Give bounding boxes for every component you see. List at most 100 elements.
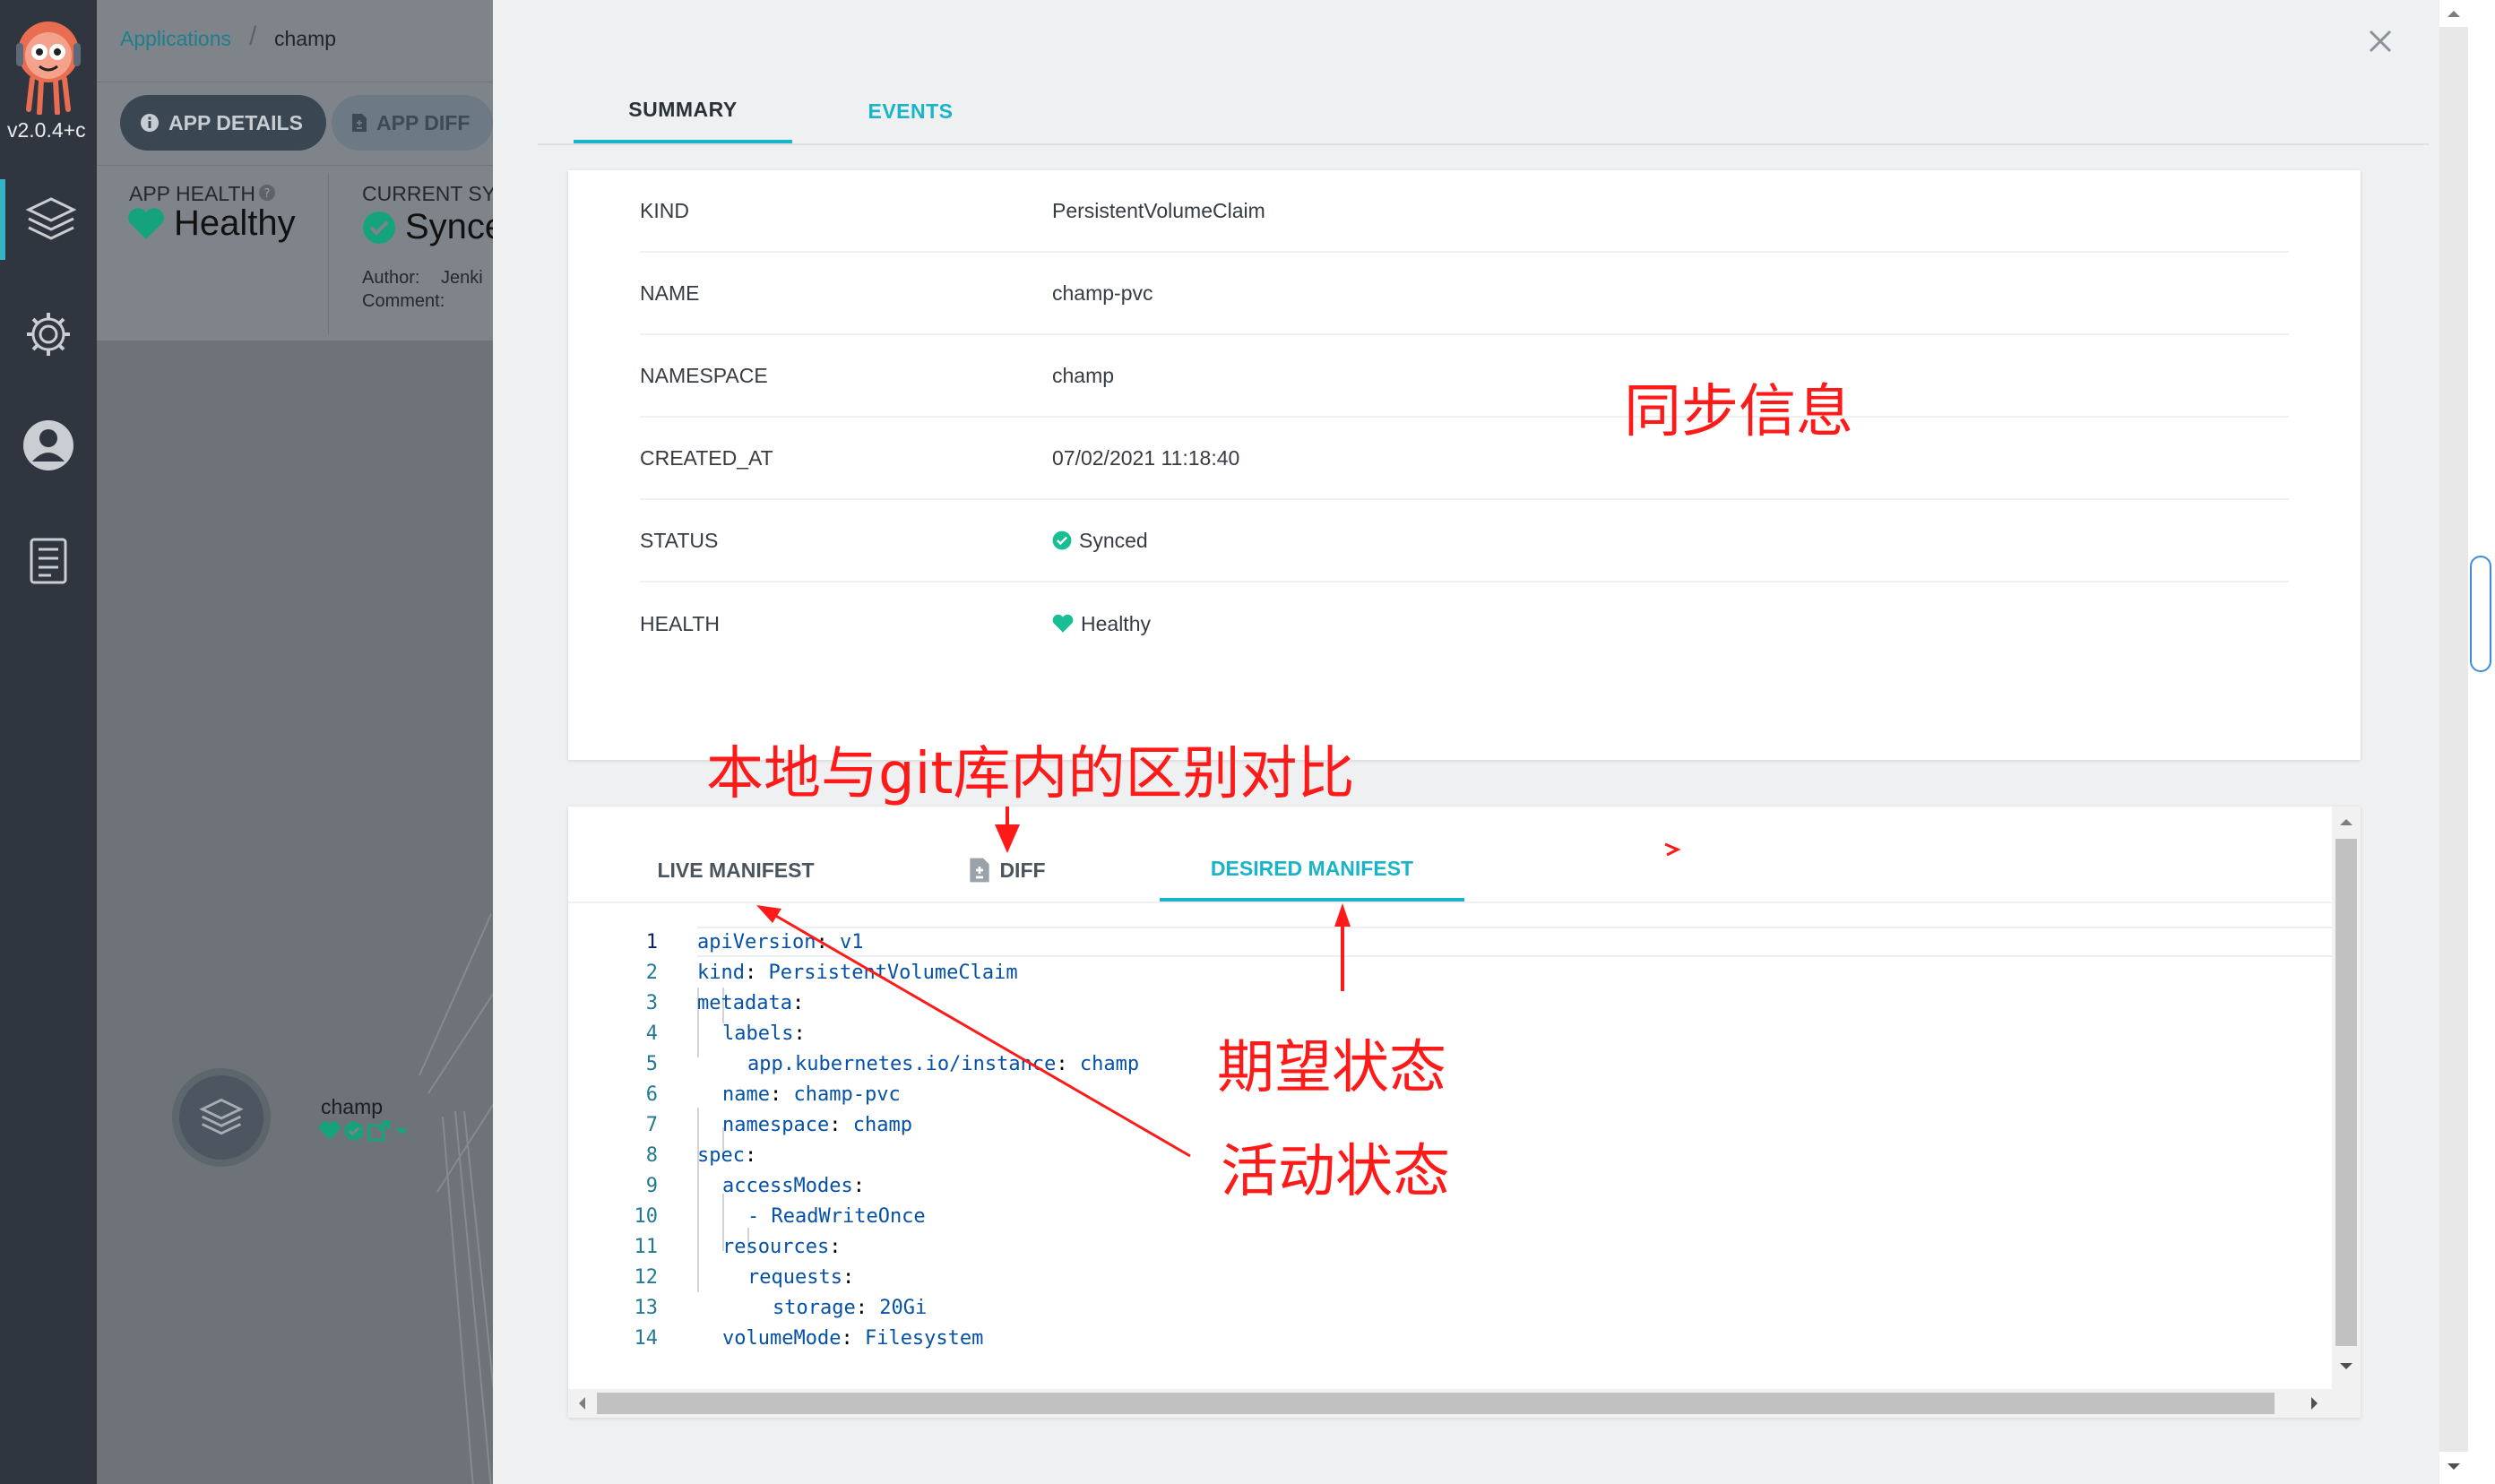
editor-horizontal-scrollbar[interactable] xyxy=(568,1389,2361,1418)
code-text: name: champ-pvc xyxy=(722,1083,901,1106)
left-nav: v2.0.4+c xyxy=(0,0,97,1484)
manifest-tabs: LIVE MANIFEST DIFF DESIRED MANIFEST xyxy=(568,807,2332,903)
scroll-up-icon[interactable] xyxy=(2447,9,2461,18)
panel-tabs: SUMMARY EVENTS xyxy=(538,79,2429,145)
external-link-icon[interactable] xyxy=(367,1120,391,1142)
scroll-up-icon[interactable] xyxy=(2339,817,2353,826)
summary-row-health: HEALTH Healthy xyxy=(640,582,2289,665)
line-number: 6 xyxy=(645,1083,658,1106)
check-circle-icon xyxy=(344,1121,364,1141)
tab-desired-manifest[interactable]: DESIRED MANIFEST xyxy=(1160,839,1464,902)
check-circle-icon xyxy=(1052,531,1072,550)
app-health-label: APP HEALTH xyxy=(129,182,256,205)
code-text: apiVersion: v1 xyxy=(697,930,864,953)
app-details-label: APP DETAILS xyxy=(168,110,303,134)
annotation-local-vs-git: 本地与git库内的区别对比 xyxy=(706,741,1355,807)
scrollbar-handle[interactable] xyxy=(2470,556,2491,672)
caret-down-icon[interactable] xyxy=(394,1126,409,1136)
summary-value: champ-pvc xyxy=(1052,280,1153,305)
summary-row-created-at: CREATED_AT 07/02/2021 11:18:40 xyxy=(640,418,2289,500)
graph-node-app[interactable]: champ xyxy=(172,1068,493,1167)
annotation-live-state: 活动状态 xyxy=(1221,1139,1450,1205)
layers-icon xyxy=(25,197,77,240)
heart-icon xyxy=(128,207,164,239)
code-text: - ReadWriteOnce xyxy=(747,1204,926,1228)
yaml-editor[interactable]: 1 apiVersion: v1 2 kind: PersistentVolumeC… xyxy=(568,905,2332,1394)
line-number: 4 xyxy=(645,1022,658,1045)
code-line: 9 accessModes: xyxy=(568,1170,2332,1201)
scroll-left-icon[interactable] xyxy=(577,1396,586,1411)
graph-node-status xyxy=(319,1120,409,1142)
code-text: namespace: champ xyxy=(722,1113,912,1136)
tab-diff-label: DIFF xyxy=(999,858,1046,882)
code-text: requests: xyxy=(747,1265,855,1289)
version-label: v2.0.4+c xyxy=(7,118,86,142)
tab-live-manifest[interactable]: LIVE MANIFEST xyxy=(624,839,848,902)
code-text: accessModes: xyxy=(722,1174,865,1197)
line-number: 3 xyxy=(645,991,658,1014)
graph-node-name: champ xyxy=(321,1095,384,1118)
file-diff-icon xyxy=(970,858,990,883)
graph-node-circle xyxy=(172,1068,271,1167)
code-line: 14 volumeMode: Filesystem xyxy=(568,1323,2332,1353)
svg-text:?: ? xyxy=(264,187,271,201)
nav-docs[interactable] xyxy=(0,522,97,602)
editor-vertical-scrollbar[interactable] xyxy=(2332,807,2361,1398)
author-label: Author: xyxy=(362,268,420,288)
code-text: metadata: xyxy=(697,991,805,1014)
docs-icon xyxy=(30,538,67,584)
summary-row-kind: KIND PersistentVolumeClaim xyxy=(640,170,2289,253)
author-value: Jenki xyxy=(441,268,483,288)
scrollbar-thumb[interactable] xyxy=(2335,839,2357,1346)
close-icon xyxy=(2369,30,2392,53)
line-number: 2 xyxy=(645,961,658,984)
app-diff-button[interactable]: APP DIFF xyxy=(332,95,493,151)
close-button[interactable] xyxy=(2362,23,2398,59)
app-health-value: Healthy xyxy=(127,203,296,244)
file-diff-icon xyxy=(352,114,367,132)
summary-card: KIND PersistentVolumeClaim NAME champ-pv… xyxy=(568,170,2361,760)
line-number: 1 xyxy=(645,930,658,953)
status-text: Synced xyxy=(1079,528,1148,552)
nav-applications[interactable] xyxy=(0,179,97,260)
scroll-down-icon[interactable] xyxy=(2447,1462,2461,1471)
line-number: 14 xyxy=(634,1326,659,1350)
line-number: 5 xyxy=(645,1052,658,1075)
summary-row-status: STATUS Synced xyxy=(640,500,2289,582)
breadcrumb-separator: / xyxy=(249,22,257,51)
app-status-panel: APP HEALTH ? Healthy CURRENT SYN Synce A… xyxy=(97,165,493,341)
summary-key: STATUS xyxy=(640,528,719,552)
check-circle-icon xyxy=(363,211,395,244)
heart-icon xyxy=(1052,614,1074,633)
breadcrumb-applications-link[interactable]: Applications xyxy=(120,27,231,51)
nav-user-info[interactable] xyxy=(0,405,97,486)
scrollbar-track[interactable] xyxy=(2439,27,2468,1452)
tab-events[interactable]: EVENTS xyxy=(801,79,1020,143)
code-text: resources: xyxy=(722,1235,842,1258)
scrollbar-thumb[interactable] xyxy=(597,1393,2275,1414)
argo-logo-icon[interactable] xyxy=(14,16,82,115)
health-text: Healthy xyxy=(1081,611,1151,635)
code-line: 2 kind: PersistentVolumeClaim xyxy=(568,957,2332,988)
code-text: labels: xyxy=(722,1022,806,1045)
scroll-down-icon[interactable] xyxy=(2339,1362,2353,1371)
code-line: 7 namespace: champ xyxy=(568,1109,2332,1140)
summary-key: NAMESPACE xyxy=(640,363,768,387)
code-line: 8 spec: xyxy=(568,1140,2332,1170)
code-line: 11 resources: xyxy=(568,1231,2332,1262)
app-details-button[interactable]: APP DETAILS xyxy=(120,95,326,151)
nav-settings[interactable] xyxy=(0,294,97,375)
code-text: storage: 20Gi xyxy=(773,1296,928,1319)
page-scrollbar[interactable] xyxy=(2439,0,2495,1484)
tab-summary[interactable]: SUMMARY xyxy=(574,79,792,143)
line-number: 9 xyxy=(645,1174,658,1197)
code-text: kind: PersistentVolumeClaim xyxy=(697,961,1018,984)
scroll-right-icon[interactable] xyxy=(2310,1396,2319,1411)
code-line: 1 apiVersion: v1 xyxy=(568,927,2332,957)
summary-key: NAME xyxy=(640,280,700,305)
app-diff-label: APP DIFF xyxy=(376,110,471,134)
tab-diff[interactable]: DIFF xyxy=(936,839,1079,902)
current-sync-label: CURRENT SYN xyxy=(362,182,493,205)
app-health-text: Healthy xyxy=(174,203,296,243)
line-number: 13 xyxy=(634,1296,659,1319)
